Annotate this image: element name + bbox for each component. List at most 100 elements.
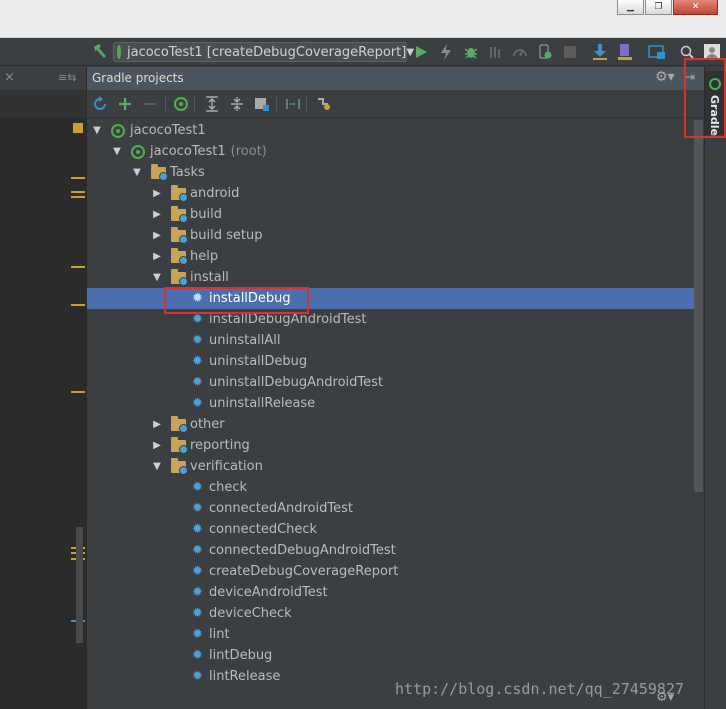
expanded-arrow-icon[interactable]: ▼ xyxy=(151,272,163,284)
tree-task-label: uninstallRelease xyxy=(209,396,316,411)
gutter-marker[interactable] xyxy=(71,304,85,306)
tree-task-label: installDebugAndroidTest xyxy=(209,312,367,327)
left-panel-header: × ≡⇆ xyxy=(0,67,86,91)
maximize-button[interactable]: ❐ xyxy=(645,0,672,15)
tree-node-group-build-setup[interactable]: ▶ build setup xyxy=(87,225,695,246)
tree-node-group-install[interactable]: ▼ install xyxy=(87,267,695,288)
sync-device-icon[interactable] xyxy=(536,43,554,61)
tree-task-installDebugAndroidTest[interactable]: ✹ installDebugAndroidTest xyxy=(87,309,695,330)
panel-toolbar xyxy=(87,90,705,118)
attach-project-plus-icon[interactable] xyxy=(116,95,134,113)
tree-node-suffix: (root) xyxy=(230,144,267,159)
tree-task-connectedCheck[interactable]: ✹ connectedCheck xyxy=(87,519,695,540)
user-avatar-icon[interactable] xyxy=(703,43,721,61)
bottom-settings-gear-icon[interactable]: ⚙▾ xyxy=(656,690,674,705)
tree-task-uninstallAll[interactable]: ✹ uninstallAll xyxy=(87,330,695,351)
collapsed-arrow-icon[interactable]: ▶ xyxy=(151,188,163,200)
panel-menu-icon[interactable]: ≡⇆ xyxy=(58,71,76,84)
tree-task-label: lintDebug xyxy=(209,648,273,663)
toggle-offline-icon[interactable] xyxy=(284,95,302,113)
gutter-marker[interactable] xyxy=(71,191,85,193)
make-project-hammer-icon[interactable] xyxy=(92,43,108,59)
tree-task-deviceCheck[interactable]: ✹ deviceCheck xyxy=(87,603,695,624)
search-everywhere-icon[interactable] xyxy=(678,43,696,61)
minimize-button[interactable]: ▁ xyxy=(617,0,644,15)
tree-node-group-help[interactable]: ▶ help xyxy=(87,246,695,267)
tree-task-connectedAndroidTest[interactable]: ✹ connectedAndroidTest xyxy=(87,498,695,519)
tree-task-installDebug[interactable]: ✹ installDebug xyxy=(87,288,695,309)
tree-task-deviceAndroidTest[interactable]: ✹ deviceAndroidTest xyxy=(87,582,695,603)
collapse-all-icon[interactable] xyxy=(228,95,246,113)
task-folder-icon xyxy=(171,226,188,244)
profile-icon[interactable] xyxy=(511,43,529,61)
tree-task-check[interactable]: ✹ check xyxy=(87,477,695,498)
sdk-manager-icon[interactable] xyxy=(616,43,634,61)
collapsed-arrow-icon[interactable]: ▶ xyxy=(151,251,163,263)
refresh-all-icon[interactable] xyxy=(91,95,109,113)
apply-changes-icon[interactable] xyxy=(437,43,455,61)
tree-task-createDebugCoverageReport[interactable]: ✹ createDebugCoverageReport xyxy=(87,561,695,582)
toolbar-separator xyxy=(306,96,307,112)
tree-node-group-verification[interactable]: ▼ verification xyxy=(87,456,695,477)
tree-node-label: other xyxy=(190,417,225,432)
group-modules-icon[interactable] xyxy=(253,95,271,113)
tree-task-uninstallRelease[interactable]: ✹ uninstallRelease xyxy=(87,393,695,414)
expanded-arrow-icon[interactable]: ▼ xyxy=(111,146,123,158)
gutter-marker[interactable] xyxy=(71,177,85,179)
debug-icon[interactable] xyxy=(462,43,480,61)
tree-task-lintDebug[interactable]: ✹ lintDebug xyxy=(87,645,695,666)
gradle-task-gear-icon: ✹ xyxy=(192,333,203,348)
gutter-marker[interactable] xyxy=(71,391,85,393)
editor-scrollbar[interactable] xyxy=(76,527,83,643)
gradle-settings-icon[interactable] xyxy=(315,95,333,113)
task-folder-icon xyxy=(171,205,188,223)
detach-project-minus-icon[interactable] xyxy=(141,95,159,113)
tree-node-module[interactable]: ▼ jacocoTest1 (root) xyxy=(87,141,695,162)
tree-node-tasks[interactable]: ▼ Tasks xyxy=(87,162,695,183)
hide-panel-icon[interactable]: ⇥ xyxy=(685,70,695,84)
run-icon[interactable] xyxy=(412,43,430,61)
tree-node-root[interactable]: ▼ jacocoTest1 xyxy=(87,120,695,141)
tree-node-label: install xyxy=(190,270,229,285)
gradle-task-gear-icon: ✹ xyxy=(192,501,203,516)
collapsed-arrow-icon[interactable]: ▶ xyxy=(151,440,163,452)
panel-scrollbar[interactable] xyxy=(694,120,703,492)
execute-task-icon[interactable] xyxy=(172,95,190,113)
tree-task-connectedDebugAndroidTest[interactable]: ✹ connectedDebugAndroidTest xyxy=(87,540,695,561)
stop-icon[interactable] xyxy=(561,43,579,61)
attach-debugger-icon[interactable] xyxy=(486,43,504,61)
run-configuration-dropdown[interactable]: jacocoTest1 [createDebugCoverageReport] … xyxy=(113,42,414,62)
task-folder-icon xyxy=(171,247,188,265)
gradle-tool-window-tab[interactable]: Gradle xyxy=(705,71,726,136)
gutter-marker[interactable] xyxy=(71,266,85,268)
close-window-button[interactable]: ✕ xyxy=(673,0,718,15)
expanded-arrow-icon[interactable]: ▼ xyxy=(91,125,103,137)
gutter-marker[interactable] xyxy=(73,123,83,133)
close-tab-icon[interactable]: × xyxy=(4,70,15,85)
gradle-tab-label: Gradle xyxy=(708,95,721,136)
expand-all-icon[interactable] xyxy=(203,95,221,113)
collapsed-arrow-icon[interactable]: ▶ xyxy=(151,419,163,431)
tree-task-lint[interactable]: ✹ lint xyxy=(87,624,695,645)
avd-manager-icon[interactable] xyxy=(591,43,609,61)
tree-node-group-reporting[interactable]: ▶ reporting xyxy=(87,435,695,456)
tree-task-label: lint xyxy=(209,627,230,642)
expanded-arrow-icon[interactable]: ▼ xyxy=(131,167,143,179)
panel-settings-gear-icon[interactable]: ⚙▾ xyxy=(655,69,675,85)
main-toolbar: jacocoTest1 [createDebugCoverageReport] … xyxy=(0,38,726,66)
gutter-marker[interactable] xyxy=(71,196,85,198)
gradle-task-gear-icon: ✹ xyxy=(192,291,203,306)
tree-node-group-other[interactable]: ▶ other xyxy=(87,414,695,435)
tree-task-uninstallDebugAndroidTest[interactable]: ✹ uninstallDebugAndroidTest xyxy=(87,372,695,393)
panel-header: Gradle projects ⚙▾ ⇥ xyxy=(87,67,705,90)
tree-node-group-build[interactable]: ▶ build xyxy=(87,204,695,225)
editor-gutter: × ≡⇆ xyxy=(0,67,86,709)
tree-task-uninstallDebug[interactable]: ✹ uninstallDebug xyxy=(87,351,695,372)
tree-task-label: connectedAndroidTest xyxy=(209,501,353,516)
project-structure-icon[interactable] xyxy=(648,43,666,61)
collapsed-arrow-icon[interactable]: ▶ xyxy=(151,209,163,221)
collapsed-arrow-icon[interactable]: ▶ xyxy=(151,230,163,242)
tree-node-label: verification xyxy=(190,459,263,474)
expanded-arrow-icon[interactable]: ▼ xyxy=(151,461,163,473)
tree-node-group-android[interactable]: ▶ android xyxy=(87,183,695,204)
